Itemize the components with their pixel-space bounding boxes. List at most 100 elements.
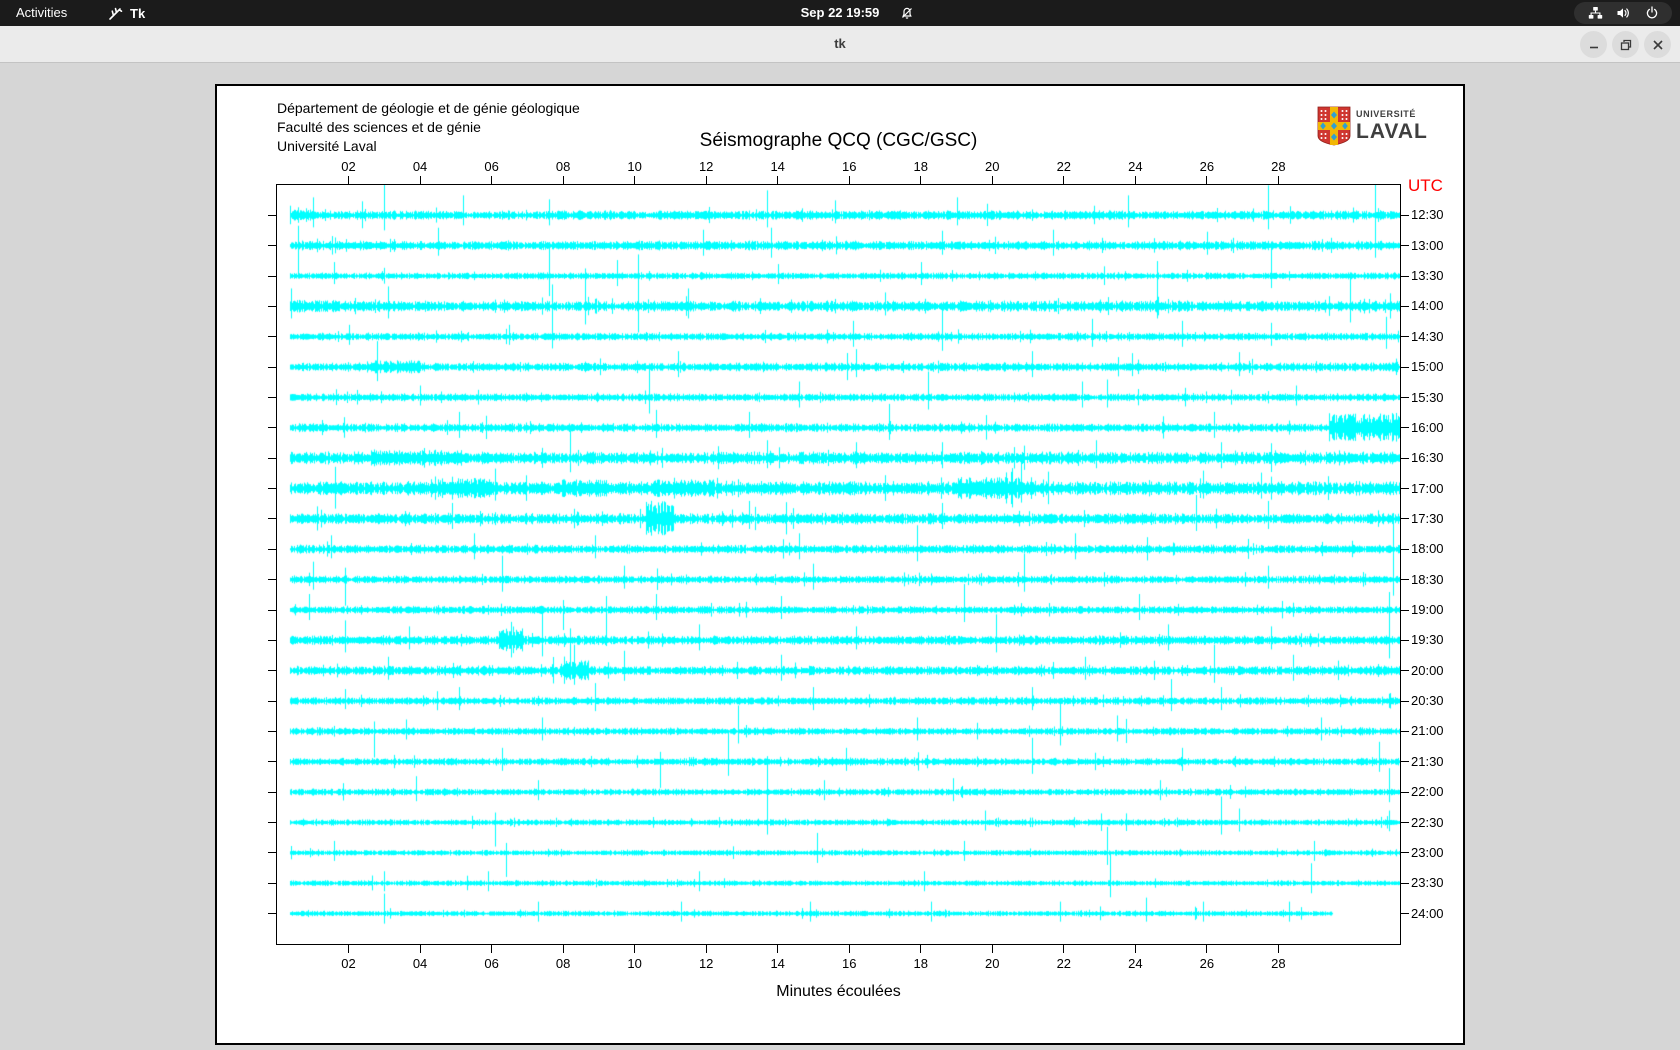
x-tick-label-top: 10 [619,159,651,174]
row-tick-right [1401,427,1409,428]
focused-app-indicator[interactable]: Tk [108,0,145,26]
row-tick-right [1401,701,1409,702]
power-icon [1645,6,1659,20]
row-tick-left [268,276,276,277]
row-tick-right [1401,306,1409,307]
row-time-label: 22:00 [1411,784,1444,799]
x-tick-top [1206,176,1207,184]
row-tick-right [1401,883,1409,884]
x-tick-top [777,176,778,184]
x-tick-bottom [420,945,421,953]
row-time-label: 21:30 [1411,754,1444,769]
minimize-button[interactable] [1580,31,1607,58]
row-time-label: 19:00 [1411,602,1444,617]
row-tick-right [1401,640,1409,641]
x-axis-label: Minutes écoulées [277,983,1400,1001]
x-tick-label-top: 18 [905,159,937,174]
x-tick-label-bottom: 12 [690,956,722,971]
utc-axis-label: UTC [1408,176,1443,196]
x-tick-bottom [1206,945,1207,953]
x-tick-top [849,176,850,184]
row-time-label: 18:00 [1411,541,1444,556]
app-name-label: Tk [130,6,145,21]
x-tick-bottom [1278,945,1279,953]
seismogram-canvas [277,185,1400,944]
row-time-label: 21:00 [1411,723,1444,738]
x-tick-label-bottom: 28 [1262,956,1294,971]
row-tick-right [1401,913,1409,914]
row-tick-right [1401,367,1409,368]
row-tick-right [1401,488,1409,489]
x-tick-label-top: 04 [404,159,436,174]
row-time-label: 12:30 [1411,207,1444,222]
logo-universite-text: UNIVERSITÉ [1356,110,1428,119]
activities-button[interactable]: Activities [16,0,67,26]
x-tick-top [1063,176,1064,184]
x-tick-top [1135,176,1136,184]
row-tick-right [1401,245,1409,246]
row-time-label: 22:30 [1411,815,1444,830]
row-time-label: 20:30 [1411,693,1444,708]
x-tick-label-bottom: 10 [619,956,651,971]
row-tick-right [1401,852,1409,853]
x-tick-top [420,176,421,184]
laval-shield-icon [1317,106,1351,146]
row-time-label: 18:30 [1411,572,1444,587]
row-tick-right [1401,518,1409,519]
x-tick-top [1278,176,1279,184]
header-line-1: Département de géologie et de génie géol… [277,99,580,118]
row-time-label: 23:00 [1411,845,1444,860]
row-tick-right [1401,458,1409,459]
row-time-label: 16:00 [1411,420,1444,435]
universite-laval-logo: UNIVERSITÉ LAVAL [1317,106,1428,146]
x-tick-label-bottom: 14 [762,956,794,971]
x-tick-bottom [563,945,564,953]
x-tick-top [634,176,635,184]
row-tick-left [268,792,276,793]
row-tick-left [268,670,276,671]
logo-laval-text: LAVAL [1356,121,1428,142]
window-title: tk [0,26,1680,62]
row-tick-left [268,306,276,307]
row-tick-left [268,458,276,459]
row-time-label: 19:30 [1411,632,1444,647]
x-tick-label-bottom: 18 [905,956,937,971]
row-time-label: 24:00 [1411,906,1444,921]
x-tick-label-top: 26 [1191,159,1223,174]
system-status-area[interactable] [1574,2,1672,24]
row-tick-left [268,731,276,732]
row-tick-left [268,427,276,428]
row-tick-left [268,610,276,611]
row-tick-left [268,883,276,884]
close-button[interactable] [1644,31,1671,58]
row-time-label: 14:00 [1411,298,1444,313]
row-tick-left [268,913,276,914]
x-tick-top [563,176,564,184]
x-tick-bottom [348,945,349,953]
row-time-label: 17:00 [1411,481,1444,496]
row-tick-left [268,640,276,641]
x-tick-label-bottom: 22 [1048,956,1080,971]
x-tick-top [348,176,349,184]
row-time-label: 15:30 [1411,390,1444,405]
row-time-label: 14:30 [1411,329,1444,344]
x-tick-label-bottom: 20 [976,956,1008,971]
row-tick-right [1401,276,1409,277]
row-tick-right [1401,336,1409,337]
row-tick-right [1401,670,1409,671]
row-tick-right [1401,792,1409,793]
window-title-bar[interactable]: tk [0,26,1680,63]
x-tick-label-top: 28 [1262,159,1294,174]
maximize-button[interactable] [1612,31,1639,58]
x-tick-label-top: 14 [762,159,794,174]
row-tick-left [268,245,276,246]
row-tick-left [268,822,276,823]
x-tick-label-top: 16 [833,159,865,174]
volume-icon [1616,6,1631,20]
clock-label[interactable]: Sep 22 19:59 [801,0,880,26]
x-tick-label-top: 22 [1048,159,1080,174]
x-tick-bottom [1063,945,1064,953]
row-tick-right [1401,215,1409,216]
tk-feather-icon [108,6,123,21]
row-tick-left [268,367,276,368]
